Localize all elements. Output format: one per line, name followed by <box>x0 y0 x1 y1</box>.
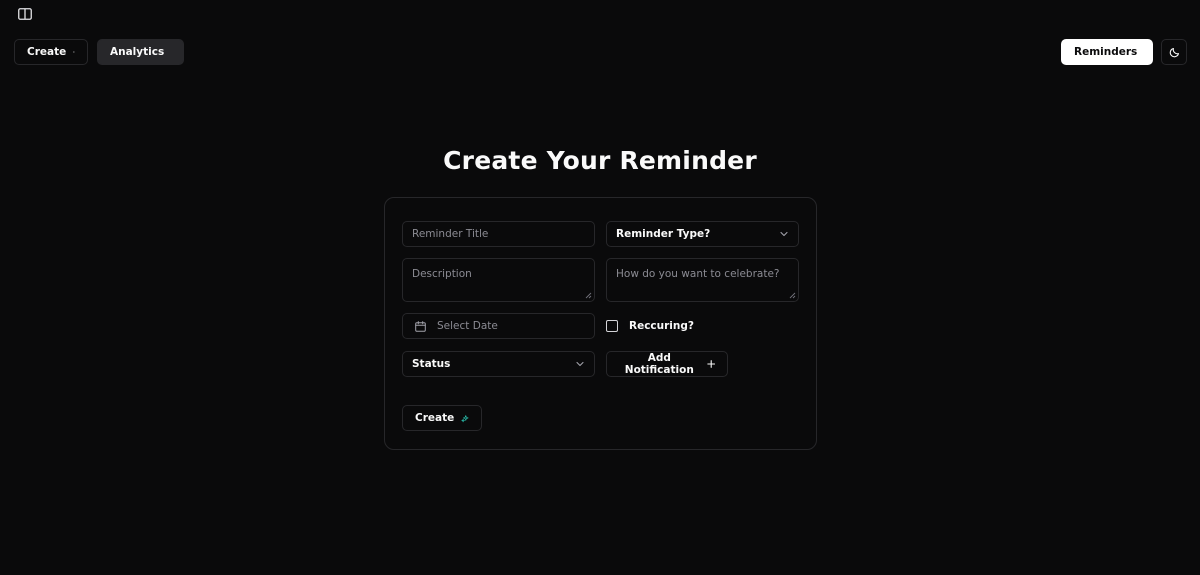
reminder-title-input[interactable]: Reminder Title <box>402 221 595 247</box>
recurring-checkbox[interactable] <box>606 320 618 332</box>
analytics-nav-button[interactable]: Analytics <box>97 39 184 65</box>
sparkle-icon <box>461 414 469 422</box>
status-select[interactable]: Status <box>402 351 595 377</box>
analytics-nav-label: Analytics <box>110 46 165 58</box>
celebrate-textarea[interactable]: How do you want to celebrate? <box>606 258 799 302</box>
theme-toggle-button[interactable] <box>1161 39 1187 65</box>
reminders-button[interactable]: Reminders <box>1061 39 1153 65</box>
create-nav-button[interactable]: Create <box>14 39 88 65</box>
chevron-down-icon <box>780 231 788 237</box>
sidebar-toggle-button[interactable] <box>17 7 33 21</box>
topbar-right: Reminders <box>1061 39 1187 65</box>
chevron-down-icon <box>576 361 584 367</box>
page-title: Create Your Reminder <box>443 146 757 175</box>
reminder-type-value: Reminder Type? <box>616 228 711 240</box>
date-picker-button[interactable]: Select Date <box>402 313 595 339</box>
create-reminder-button[interactable]: Create <box>402 405 482 431</box>
reminder-title-placeholder: Reminder Title <box>412 228 489 240</box>
resize-grip-icon[interactable] <box>789 292 796 299</box>
date-placeholder: Select Date <box>437 320 498 332</box>
status-value: Status <box>412 358 451 370</box>
topbar-left: Create Analytics <box>14 39 184 65</box>
reminder-form-card: Reminder Title Reminder Type? Descriptio… <box>384 197 817 450</box>
resize-grip-icon[interactable] <box>585 292 592 299</box>
create-reminder-label: Create <box>415 412 455 424</box>
plus-icon <box>706 360 715 368</box>
create-nav-label: Create <box>27 46 67 58</box>
add-notification-label: Add Notification <box>624 352 694 376</box>
add-notification-button[interactable]: Add Notification <box>606 351 728 377</box>
calendar-icon <box>415 320 426 332</box>
description-textarea[interactable]: Description <box>402 258 595 302</box>
moon-icon <box>1169 47 1179 57</box>
plus-icon <box>73 51 75 53</box>
reminders-label: Reminders <box>1074 46 1138 58</box>
reminder-type-select[interactable]: Reminder Type? <box>606 221 799 247</box>
celebrate-placeholder: How do you want to celebrate? <box>616 268 780 280</box>
description-placeholder: Description <box>412 268 472 280</box>
panel-left-icon <box>18 8 32 20</box>
recurring-label: Reccuring? <box>629 320 694 332</box>
